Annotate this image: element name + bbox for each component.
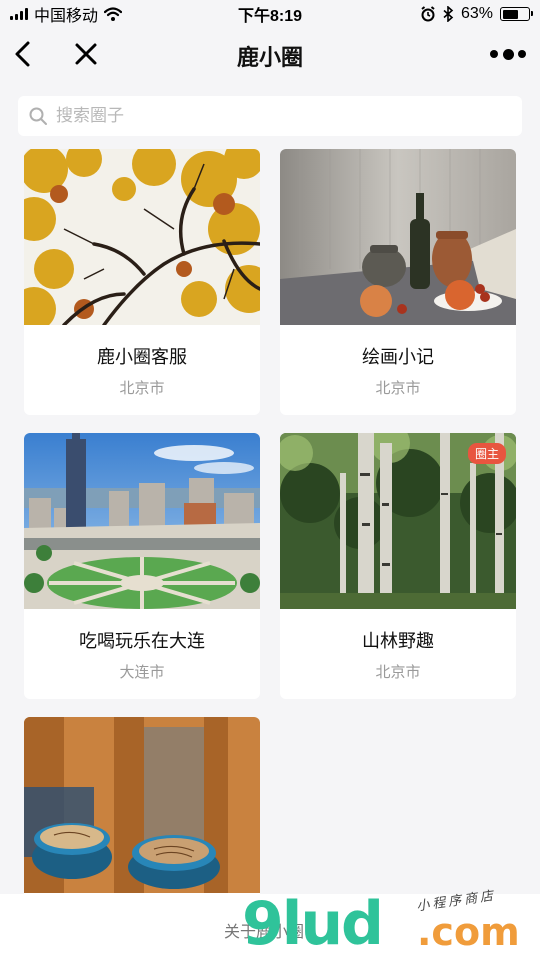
bluetooth-icon [443,6,454,22]
watermark-domain: .com [417,910,520,954]
circle-city: 大连市 [119,664,165,681]
search-icon [29,107,47,125]
circle-name: 吃喝玩乐在大连 [79,631,205,651]
watermark-logo: 9lud .com 小程序商店 [242,887,532,960]
search-bar[interactable] [18,96,522,136]
circle-name: 山林野趣 [362,631,434,651]
watermark-brand: 9lud [242,889,384,959]
circle-city: 北京市 [375,664,421,681]
circle-card[interactable]: 鹿小圈客服 北京市 [24,149,260,415]
circle-cover-image [24,717,260,893]
circle-cover-image [24,149,260,325]
nav-bar: 鹿小圈 [0,28,540,80]
circle-city: 北京市 [119,380,165,397]
circle-cover-image [280,149,516,325]
battery-icon [500,7,533,21]
search-input[interactable] [56,106,496,126]
circle-city: 北京市 [375,380,421,397]
alarm-icon [421,6,435,22]
circle-name: 鹿小圈客服 [97,347,187,367]
more-icon[interactable] [490,42,526,66]
status-bar: 中国移动 下午8:19 63% [0,0,540,28]
circle-card[interactable]: 圈主 山林野趣 北京市 [280,433,516,699]
circle-name: 绘画小记 [362,347,434,367]
circle-cover-image [24,433,260,609]
battery-percent: 63% [460,5,493,22]
page-title: 鹿小圈 [236,45,303,70]
owner-badge: 圈主 [467,443,506,464]
circle-card[interactable]: 绘画小记 北京市 [280,149,516,415]
circle-card[interactable]: 吃喝玩乐在大连 大连市 [24,433,260,699]
